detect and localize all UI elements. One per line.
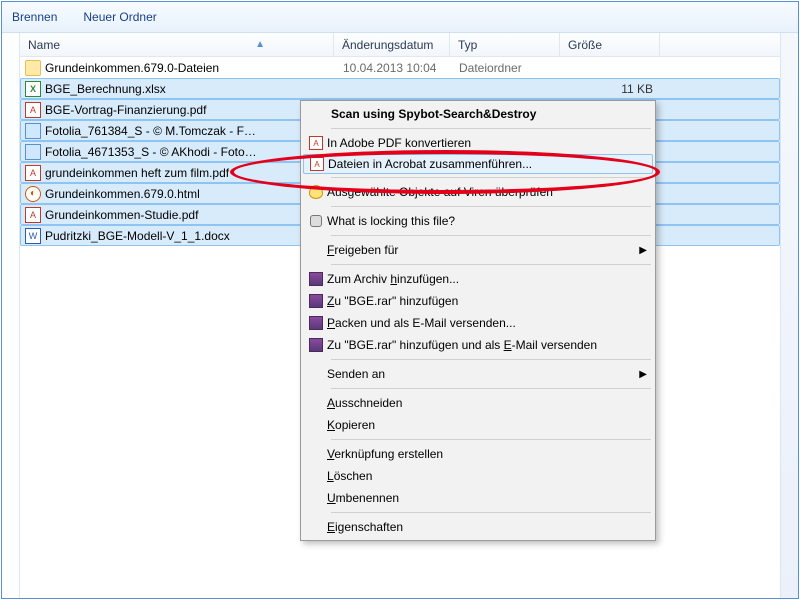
menu-archive-bge-mail[interactable]: Zu "BGE.rar" hinzufügen und als E-Mail v… [303, 334, 653, 356]
column-name[interactable]: Name ▲ [20, 33, 334, 56]
explorer-window: Brennen Neuer Ordner Name ▲ Änderungsdat… [1, 1, 799, 599]
folder-icon [25, 60, 41, 76]
pdf-icon: A [25, 165, 41, 181]
image-icon [25, 123, 41, 139]
menu-send-to[interactable]: Senden an ▶ [303, 363, 653, 385]
menu-separator [331, 235, 651, 236]
word-icon: W [25, 228, 41, 244]
menu-separator [331, 128, 651, 129]
file-type: Dateiordner [451, 61, 561, 75]
file-date: 10.04.2013 10:04 [335, 61, 451, 75]
toolbar: Brennen Neuer Ordner [2, 2, 798, 33]
left-gutter [2, 33, 20, 598]
burn-button[interactable]: Brennen [8, 6, 61, 28]
menu-archive-mail[interactable]: Packen und als E-Mail versenden... [303, 312, 653, 334]
menu-delete[interactable]: Löschen [303, 465, 653, 487]
submenu-arrow-icon: ▶ [639, 369, 647, 380]
vertical-scrollbar[interactable] [780, 33, 798, 598]
file-row[interactable]: Grundeinkommen.679.0-Dateien 10.04.2013 1… [20, 57, 780, 78]
column-type[interactable]: Typ [450, 33, 560, 56]
file-name: Grundeinkommen.679.0-Dateien [45, 61, 219, 75]
file-size: 11 KB [561, 82, 661, 96]
archive-icon [305, 272, 327, 286]
menu-what-is-locking[interactable]: What is locking this file? [303, 210, 653, 232]
archive-icon [305, 338, 327, 352]
file-name: Fotolia_761384_S - © M.Tomczak - F… [45, 124, 256, 138]
new-folder-button[interactable]: Neuer Ordner [79, 6, 160, 28]
menu-share[interactable]: Freigeben für ▶ [303, 239, 653, 261]
file-name: Grundeinkommen.679.0.html [45, 187, 200, 201]
chrome-icon: ◐ [25, 186, 41, 202]
menu-separator [331, 512, 651, 513]
menu-separator [331, 439, 651, 440]
menu-spybot-scan[interactable]: Scan using Spybot-Search&Destroy [303, 103, 653, 125]
archive-icon [305, 316, 327, 330]
file-name: Pudritzki_BGE-Modell-V_1_1.docx [45, 229, 230, 243]
menu-cut[interactable]: Ausschneiden [303, 392, 653, 414]
excel-icon: X [25, 81, 41, 97]
file-name: Grundeinkommen-Studie.pdf [45, 208, 198, 222]
submenu-arrow-icon: ▶ [639, 245, 647, 256]
menu-separator [331, 359, 651, 360]
column-size[interactable]: Größe [560, 33, 660, 56]
pdf-icon: A [305, 136, 327, 150]
column-date[interactable]: Änderungsdatum [334, 33, 450, 56]
menu-separator [331, 388, 651, 389]
menu-separator [331, 177, 651, 178]
menu-archive-bge[interactable]: Zu "BGE.rar" hinzufügen [303, 290, 653, 312]
pdf-icon: A [306, 157, 328, 171]
column-name-label: Name [28, 38, 60, 52]
menu-virus-check[interactable]: Ausgewählte Objekte auf Viren überprüfen [303, 181, 653, 203]
menu-acrobat-combine[interactable]: A Dateien in Acrobat zusammenführen... [303, 154, 653, 174]
column-headers[interactable]: Name ▲ Änderungsdatum Typ Größe [20, 33, 780, 57]
file-name: grundeinkommen heft zum film.pdf [45, 166, 229, 180]
image-icon [25, 144, 41, 160]
file-name: BGE-Vortrag-Finanzierung.pdf [45, 103, 206, 117]
menu-create-shortcut[interactable]: Verknüpfung erstellen [303, 443, 653, 465]
content-area: Name ▲ Änderungsdatum Typ Größe Grundein… [2, 33, 798, 598]
file-name: BGE_Berechnung.xlsx [45, 82, 166, 96]
pdf-icon: A [25, 102, 41, 118]
archive-icon [305, 294, 327, 308]
menu-archive-add[interactable]: Zum Archiv hinzufügen... [303, 268, 653, 290]
sort-ascending-icon: ▲ [255, 39, 265, 50]
file-pane[interactable]: Name ▲ Änderungsdatum Typ Größe Grundein… [20, 33, 780, 598]
shield-icon [305, 185, 327, 199]
lock-icon [305, 215, 327, 227]
file-name: Fotolia_4671353_S - © AKhodi - Foto… [45, 145, 257, 159]
pdf-icon: A [25, 207, 41, 223]
menu-rename[interactable]: Umbenennen [303, 487, 653, 509]
context-menu: Scan using Spybot-Search&Destroy A In Ad… [300, 100, 656, 541]
menu-properties[interactable]: Eigenschaften [303, 516, 653, 538]
menu-copy[interactable]: Kopieren [303, 414, 653, 436]
menu-adobe-convert[interactable]: A In Adobe PDF konvertieren [303, 132, 653, 154]
file-row[interactable]: X BGE_Berechnung.xlsx 11 KB [20, 78, 780, 99]
menu-separator [331, 264, 651, 265]
menu-separator [331, 206, 651, 207]
